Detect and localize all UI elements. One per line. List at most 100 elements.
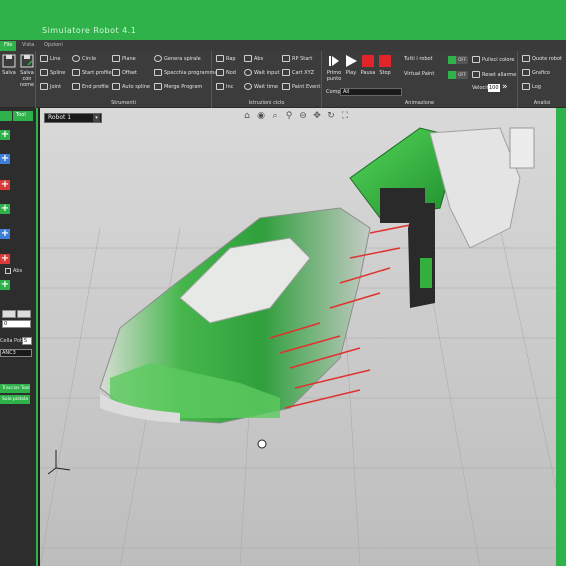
comp-select[interactable]: All (340, 88, 402, 96)
zoom-icon[interactable]: ⚲ (284, 111, 294, 121)
circle-button[interactable]: Circle (72, 55, 96, 62)
save-as-label: Salva con nome (19, 70, 35, 88)
animazione-group: Primo punto Play Pausa Stop Comp All Tut… (322, 51, 518, 108)
pulisci-button[interactable]: Pulisci colore (472, 56, 515, 63)
fit-icon[interactable]: ⛶ (340, 111, 350, 121)
rp-start-label: RP Start (292, 55, 313, 62)
offset-icon (112, 69, 120, 76)
virtual-paint-toggle[interactable]: OFF (448, 71, 468, 79)
scene-render (40, 108, 556, 566)
zoom-region-icon[interactable]: ⌕ (270, 111, 280, 121)
left-tab-1[interactable] (0, 111, 12, 121)
offset-button[interactable]: Offset (112, 69, 137, 76)
ribbon-tabs: File Vista Opzioni (0, 40, 566, 51)
pause-button[interactable]: Pausa (360, 54, 376, 76)
cart-xyz-label: Cart XYZ (292, 69, 315, 76)
line-button[interactable]: Line (40, 55, 60, 62)
node-button[interactable]: Nod (216, 69, 236, 76)
title-bar: Simulatore Robot 4.1 (0, 0, 566, 40)
reset-alarm-button[interactable]: Reset allarme (472, 71, 516, 78)
view-toolbar: ⌂ ◉ ⌕ ⚲ ⊖ ✥ ↻ ⛶ (242, 111, 350, 121)
cella-pot-input[interactable]: 5 (22, 337, 32, 345)
zoom-out-icon[interactable]: ⊖ (298, 111, 308, 121)
wait-time-label: Wait time (254, 83, 278, 90)
circle-label: Circle (82, 55, 97, 62)
rapid-label: Rap (226, 55, 236, 62)
stop-button[interactable]: Stop (378, 54, 392, 76)
cart-xyz-button[interactable]: Cart XYZ (282, 69, 314, 76)
add-blue-2[interactable]: + (0, 229, 10, 239)
auto-spline-button[interactable]: Auto spline (112, 83, 150, 90)
save-button[interactable]: Salva (1, 54, 17, 76)
first-point-label: Primo punto (326, 70, 342, 82)
save-label: Salva (2, 70, 16, 76)
cella-pot-label: Cella Pot (0, 338, 22, 344)
end-profile-button[interactable]: End profile (72, 83, 109, 90)
joint-button[interactable]: Joint (40, 83, 61, 90)
first-point-button[interactable]: Primo punto (326, 54, 342, 82)
auto-spline-label: Auto spline (122, 83, 151, 90)
spiral-button[interactable]: Genera spirale (154, 55, 201, 62)
eye-icon[interactable]: ◉ (256, 111, 266, 121)
measure-icon (522, 55, 530, 62)
fast-forward-icon[interactable]: » (502, 82, 508, 92)
toggle-off-1: OFF (458, 57, 466, 62)
robot-select[interactable]: Robot 1 ▾ (44, 113, 102, 123)
paint-event-icon (282, 83, 290, 90)
field-b[interactable] (17, 310, 31, 318)
joint-icon (40, 83, 48, 90)
add-green-3[interactable]: + (0, 280, 10, 290)
ribbon: Salva Salva con nome Line Circle Plane G… (0, 51, 566, 108)
node-label: Nod (226, 69, 236, 76)
wait-input-button[interactable]: Wait input (244, 69, 280, 76)
abs-checkbox[interactable] (5, 268, 11, 274)
rapid-button[interactable]: Rap (216, 55, 236, 62)
play-button[interactable]: Play (344, 54, 358, 76)
velocita-input[interactable]: 100 (488, 84, 500, 92)
add-green-1[interactable]: + (0, 130, 10, 140)
robot-select-value: Robot 1 (48, 114, 72, 121)
chart-button[interactable]: Grafico (522, 69, 550, 76)
rotate-icon[interactable]: ↻ (326, 111, 336, 121)
plane-icon (112, 55, 120, 62)
tab-vista[interactable]: Vista (18, 41, 38, 51)
add-green-2[interactable]: + (0, 204, 10, 214)
istruzioni-group: Rap Abs RP Start Nod Wait input Cart XYZ… (212, 51, 322, 108)
left-tab-tool[interactable]: Tool (13, 111, 33, 121)
offset-label: Offset (122, 69, 138, 76)
add-red-1[interactable]: + (0, 180, 10, 190)
home-icon[interactable]: ⌂ (242, 111, 252, 121)
start-profile-button[interactable]: Start profile (72, 69, 112, 76)
tutti-robot-toggle[interactable]: OFF (448, 56, 468, 64)
play-label: Play (345, 70, 357, 76)
paint-event-button[interactable]: Paint Event (282, 83, 320, 90)
tab-file[interactable]: File (0, 41, 17, 51)
wait-time-button[interactable]: Wait time (244, 83, 278, 90)
inc-button[interactable]: Inc (216, 83, 233, 90)
plane-button[interactable]: Plane (112, 55, 136, 62)
mirror-button[interactable]: Specchia programma (154, 69, 217, 76)
save-as-button[interactable]: Salva con nome (18, 54, 36, 88)
trace-tool-button[interactable]: Tracciar Tool (0, 384, 30, 393)
add-red-2[interactable]: + (0, 254, 10, 264)
add-blue-1[interactable]: + (0, 154, 10, 164)
field-a[interactable] (2, 310, 16, 318)
target-marker (257, 439, 267, 449)
field-value[interactable]: 0 (2, 320, 31, 328)
paint-event-label: Paint Event (292, 83, 321, 90)
quote-robot-button[interactable]: Quote robot (522, 55, 562, 62)
solo-pistola-button[interactable]: Solo pistola (0, 395, 30, 404)
istruzioni-group-label: Istruzioni ciclo (248, 100, 285, 106)
analisi-group-label: Analisi (533, 100, 551, 106)
abs-button[interactable]: Abs (244, 55, 263, 62)
rp-start-button[interactable]: RP Start (282, 55, 312, 62)
merge-button[interactable]: Merge Program (154, 83, 202, 90)
3d-viewport[interactable]: Robot 1 ▾ ⌂ ◉ ⌕ ⚲ ⊖ ✥ ↻ ⛶ (40, 108, 556, 566)
log-button[interactable]: Log (522, 83, 541, 90)
anca-select[interactable]: ANC3 (0, 349, 32, 357)
abs-icon (244, 55, 252, 62)
pan-icon[interactable]: ✥ (312, 111, 322, 121)
right-accent-bar (556, 108, 566, 566)
tab-opzioni[interactable]: Opzioni (40, 41, 67, 51)
spline-button[interactable]: Spline (40, 69, 65, 76)
